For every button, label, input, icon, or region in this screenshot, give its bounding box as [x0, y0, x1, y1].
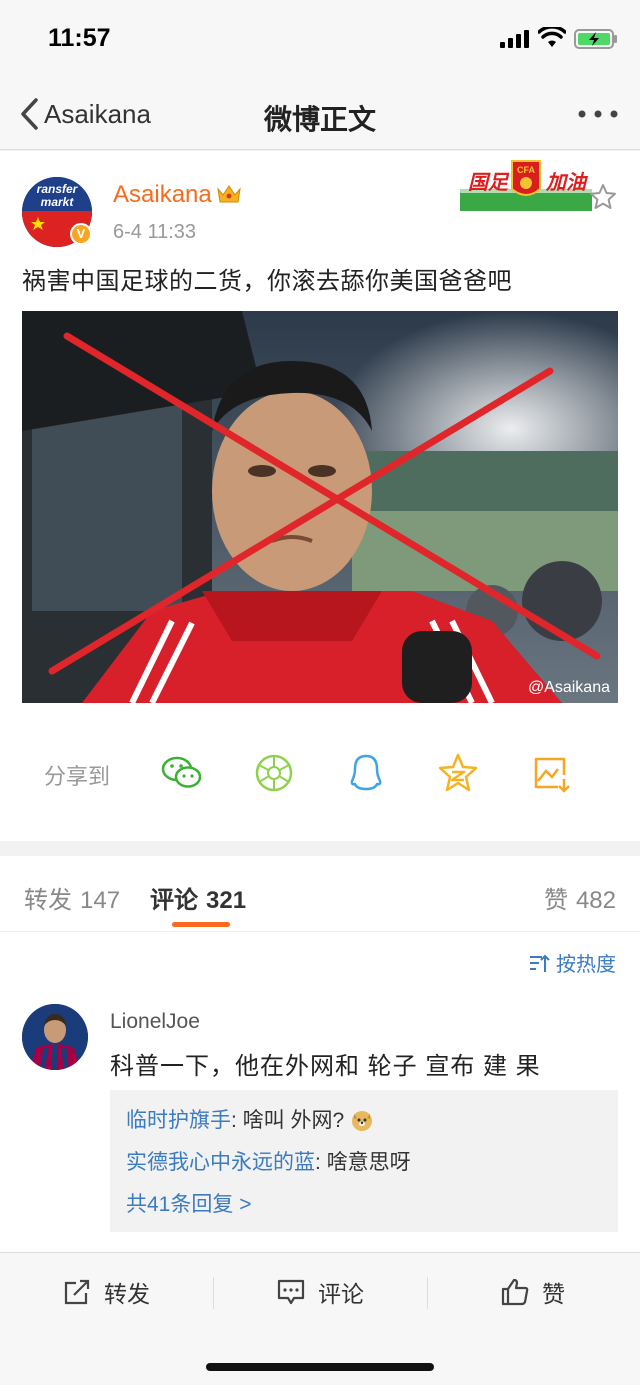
reply-item: 临时护旗手: 啥叫 外网?	[126, 1100, 602, 1142]
status-time: 11:57	[48, 24, 111, 52]
commenter-avatar[interactable]	[22, 1004, 88, 1070]
fan-badge-text-3: CFA	[517, 165, 536, 175]
share-label: 分享到	[44, 764, 111, 789]
divider	[213, 1277, 214, 1309]
repost-icon	[64, 1279, 90, 1305]
like-label: 赞	[542, 1281, 565, 1307]
thumbs-up-icon	[501, 1278, 529, 1306]
commenter-photo	[22, 1004, 88, 1070]
comment-button[interactable]: 评论	[276, 1275, 364, 1309]
divider	[427, 1277, 428, 1309]
verified-badge-icon: V	[70, 223, 92, 245]
bottom-action-bar: 转发 评论 赞	[0, 1252, 640, 1385]
avatar-text-2: markt	[41, 195, 75, 209]
favorite-star-icon[interactable]	[589, 183, 617, 211]
avatar-text-1: ransfer	[37, 182, 79, 196]
tab-count: 321	[206, 887, 247, 914]
reply-text: : 啥叫 外网?	[231, 1109, 351, 1132]
fan-badge-text-1: 国足	[468, 170, 510, 194]
qzone-star-icon[interactable]	[436, 751, 480, 795]
post-text: 祸害中国足球的二货，你滚去舔你美国爸爸吧	[22, 268, 512, 295]
home-indicator	[206, 1363, 434, 1371]
comment-icon	[277, 1279, 305, 1305]
tab-comments[interactable]: 评论 321	[150, 880, 246, 915]
repost-label: 转发	[104, 1281, 150, 1307]
qq-icon[interactable]	[344, 751, 388, 795]
post-card: ransfer markt V Asaikana 6-4 11:33 国足 加油…	[0, 151, 640, 841]
sort-icon	[530, 954, 550, 972]
wifi-icon	[538, 27, 566, 47]
more-icon[interactable]	[578, 108, 618, 120]
sort-by-hot-button[interactable]: 按热度	[528, 948, 616, 977]
tab-label: 评论	[150, 887, 198, 914]
battery-icon	[574, 29, 617, 49]
comment-text: 科普一下，他在外网和 轮子 宣布 建 果	[110, 1053, 541, 1080]
cellular-signal-icon	[500, 30, 529, 48]
tab-repost[interactable]: 转发 147	[24, 880, 120, 915]
tabs: 转发 147 评论 321 赞 482	[0, 856, 640, 932]
image-watermark: @Asaikana	[527, 679, 610, 696]
reply-user[interactable]: 临时护旗手	[126, 1109, 231, 1132]
more-replies-link[interactable]: 共41条回复 >	[126, 1184, 602, 1226]
tab-count: 482	[575, 887, 616, 914]
comment-label: 评论	[318, 1281, 364, 1307]
page-title: 微博正文	[263, 104, 376, 135]
commenter-name[interactable]: LionelJoe	[110, 1010, 200, 1034]
reply-user[interactable]: 实德我心中永远的蓝	[126, 1151, 315, 1174]
tab-count: 147	[80, 887, 121, 914]
status-bar: 11:57	[0, 0, 640, 80]
crown-icon	[217, 185, 241, 203]
reply-item: 实德我心中永远的蓝: 啥意思呀	[126, 1142, 602, 1184]
tab-label: 转发	[24, 887, 72, 914]
doge-emoji-icon	[352, 1111, 373, 1131]
moments-icon[interactable]	[252, 751, 296, 795]
reply-text: : 啥意思呀	[315, 1151, 411, 1174]
tab-likes[interactable]: 赞 482	[544, 880, 616, 915]
post-image[interactable]: @Asaikana	[22, 311, 618, 703]
comment-section: 转发 147 评论 321 赞 482 按热度 LionelJoe 科普一下，他在外网…	[0, 856, 640, 1256]
save-image-icon[interactable]	[528, 751, 572, 795]
active-tab-indicator	[172, 922, 230, 927]
author-name[interactable]: Asaikana	[113, 181, 212, 209]
sort-label: 按热度	[556, 954, 616, 976]
share-row: 分享到	[0, 743, 640, 803]
post-photo	[22, 311, 618, 703]
repost-button[interactable]: 转发	[62, 1275, 150, 1309]
post-time: 6-4 11:33	[113, 221, 197, 243]
fan-badge-text-2: 加油	[545, 170, 589, 194]
like-button[interactable]: 赞	[500, 1275, 565, 1309]
navigation-bar: Asaikana 微博正文	[0, 80, 640, 150]
replies-box[interactable]: 临时护旗手: 啥叫 外网? 实德我心中永远的蓝: 啥意思呀 共41条回复 >	[110, 1090, 618, 1232]
tab-label: 赞	[543, 887, 568, 914]
wechat-icon[interactable]	[160, 751, 204, 795]
fan-badge-icon: 国足 加油 CFA	[460, 160, 592, 211]
